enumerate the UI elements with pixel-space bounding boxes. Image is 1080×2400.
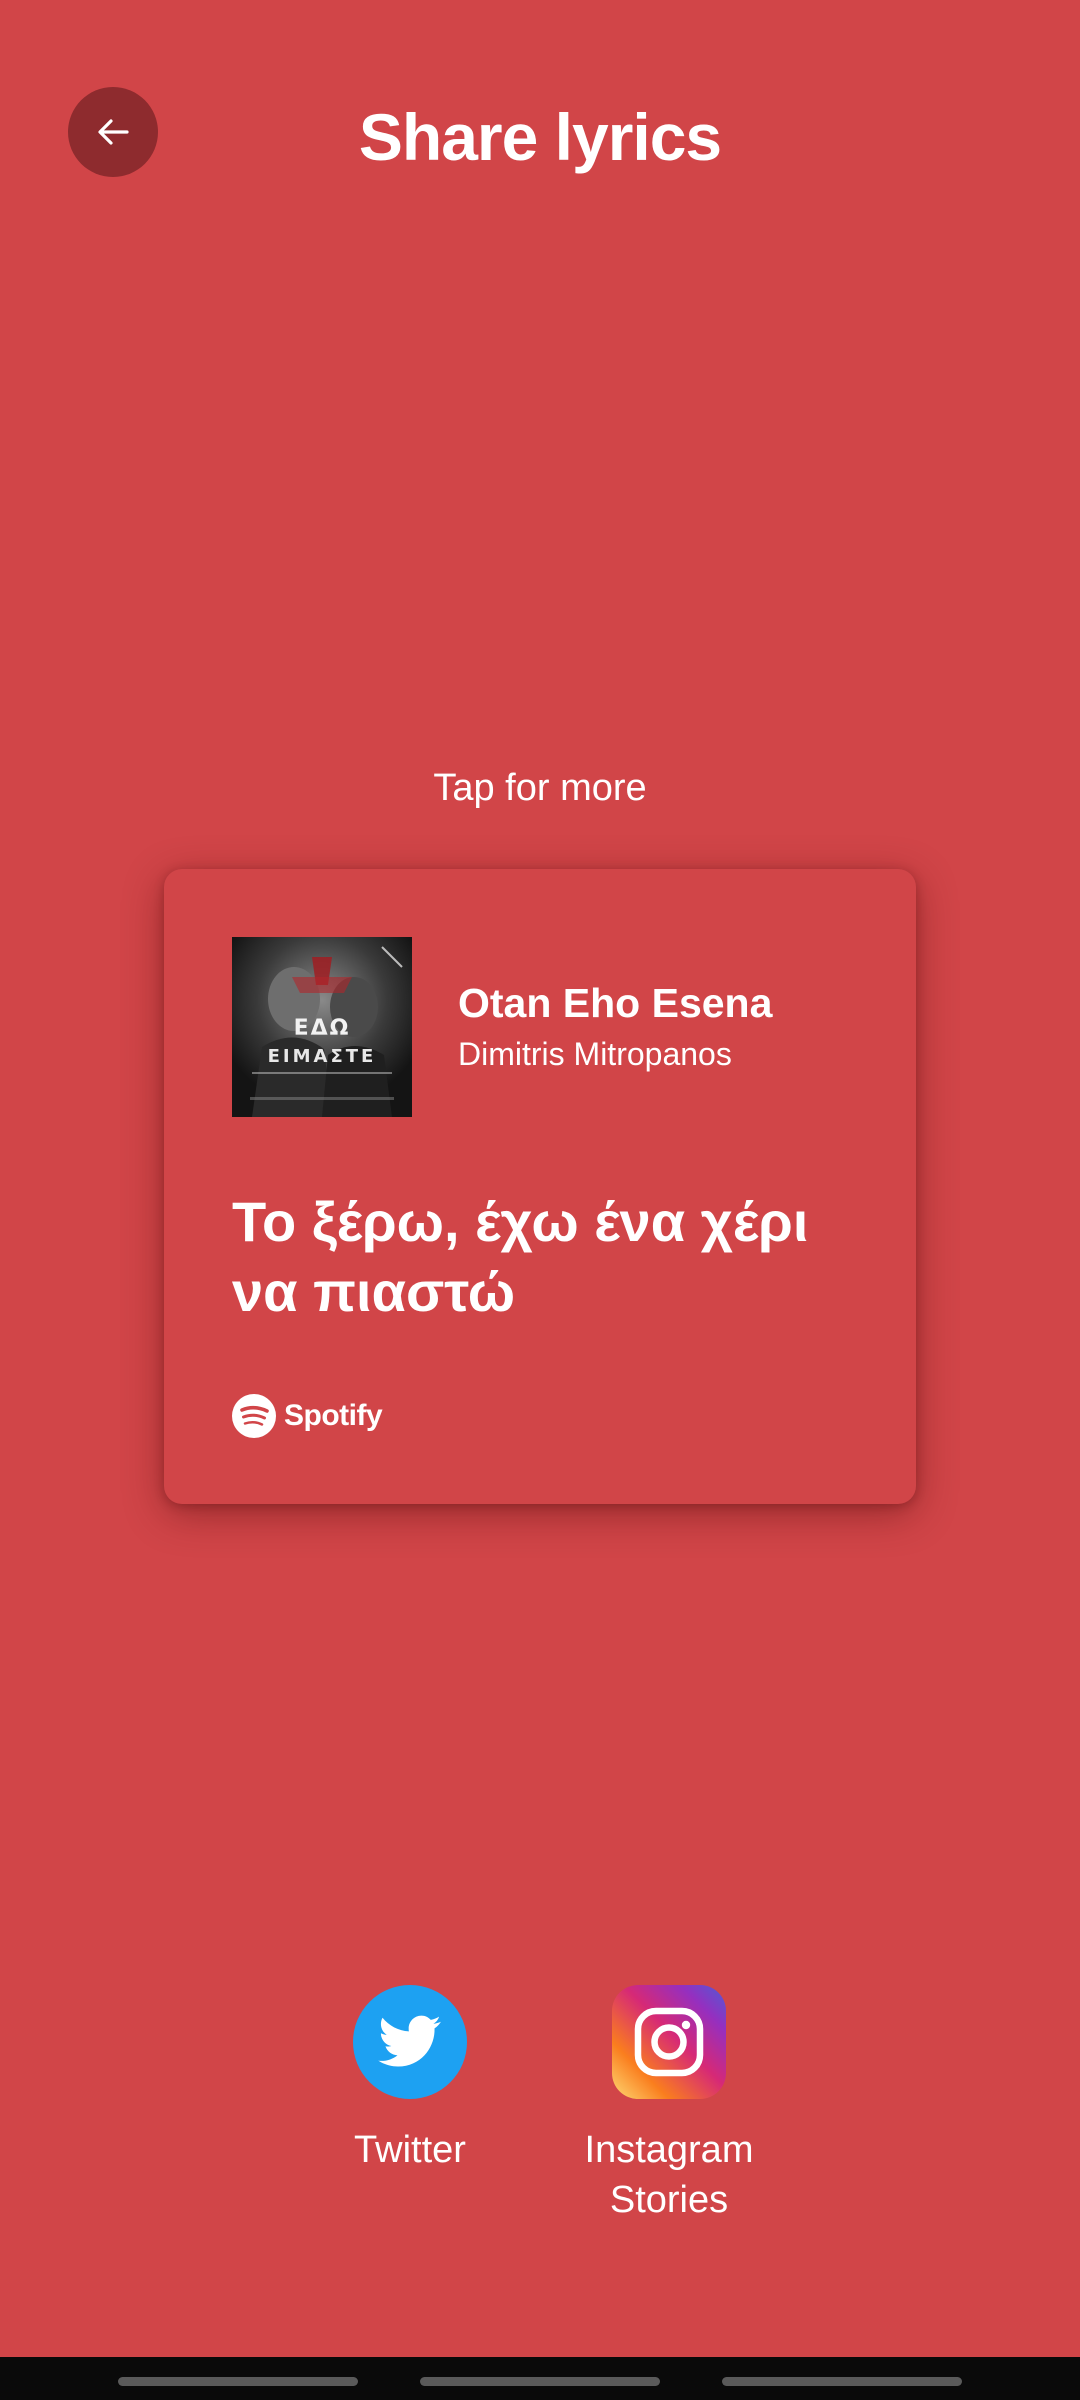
twitter-icon-badge <box>353 1985 467 2099</box>
twitter-bird-icon <box>378 2015 441 2067</box>
instagram-icon <box>634 2007 704 2077</box>
song-title: Otan Eho Esena <box>458 980 773 1026</box>
share-twitter-button[interactable]: Twitter <box>280 1985 540 2175</box>
nav-pill-center[interactable] <box>420 2377 660 2386</box>
album-cover-title-top: ΕΔΩ <box>294 1016 351 1041</box>
system-nav-bar <box>0 2357 1080 2400</box>
share-lyrics-screen: Share lyrics Tap for more ΕΔΩ ΕΙΜΑΣΤΕ Ot… <box>0 0 1080 2400</box>
share-instagram-stories-label: Instagram Stories <box>584 2129 754 2221</box>
tap-for-more-hint[interactable]: Tap for more <box>0 760 1080 816</box>
nav-pill-right[interactable] <box>722 2377 962 2386</box>
share-twitter-label: Twitter <box>354 2129 466 2171</box>
lyrics-text: Το ξέρω, έχω ένα χέρι να πιαστώ <box>232 1190 809 1323</box>
spotify-wordmark: Spotify <box>284 1399 383 1432</box>
album-cover-title-bottom: ΕΙΜΑΣΤΕ <box>268 1046 377 1067</box>
spotify-logo-icon <box>232 1394 276 1438</box>
page-title: Share lyrics <box>358 100 722 174</box>
lyrics-card[interactable]: ΕΔΩ ΕΙΜΑΣΤΕ Otan Eho Esena Dimitris Mitr… <box>164 869 916 1504</box>
instagram-icon-badge <box>612 1985 726 2099</box>
spotify-brand: Spotify <box>232 1393 383 1439</box>
nav-pill-left[interactable] <box>118 2377 358 2386</box>
share-instagram-stories-button[interactable]: Instagram Stories <box>539 1985 799 2225</box>
artist-name: Dimitris Mitropanos <box>458 1036 732 1072</box>
album-cover-image: ΕΔΩ ΕΙΜΑΣΤΕ <box>232 937 412 1117</box>
